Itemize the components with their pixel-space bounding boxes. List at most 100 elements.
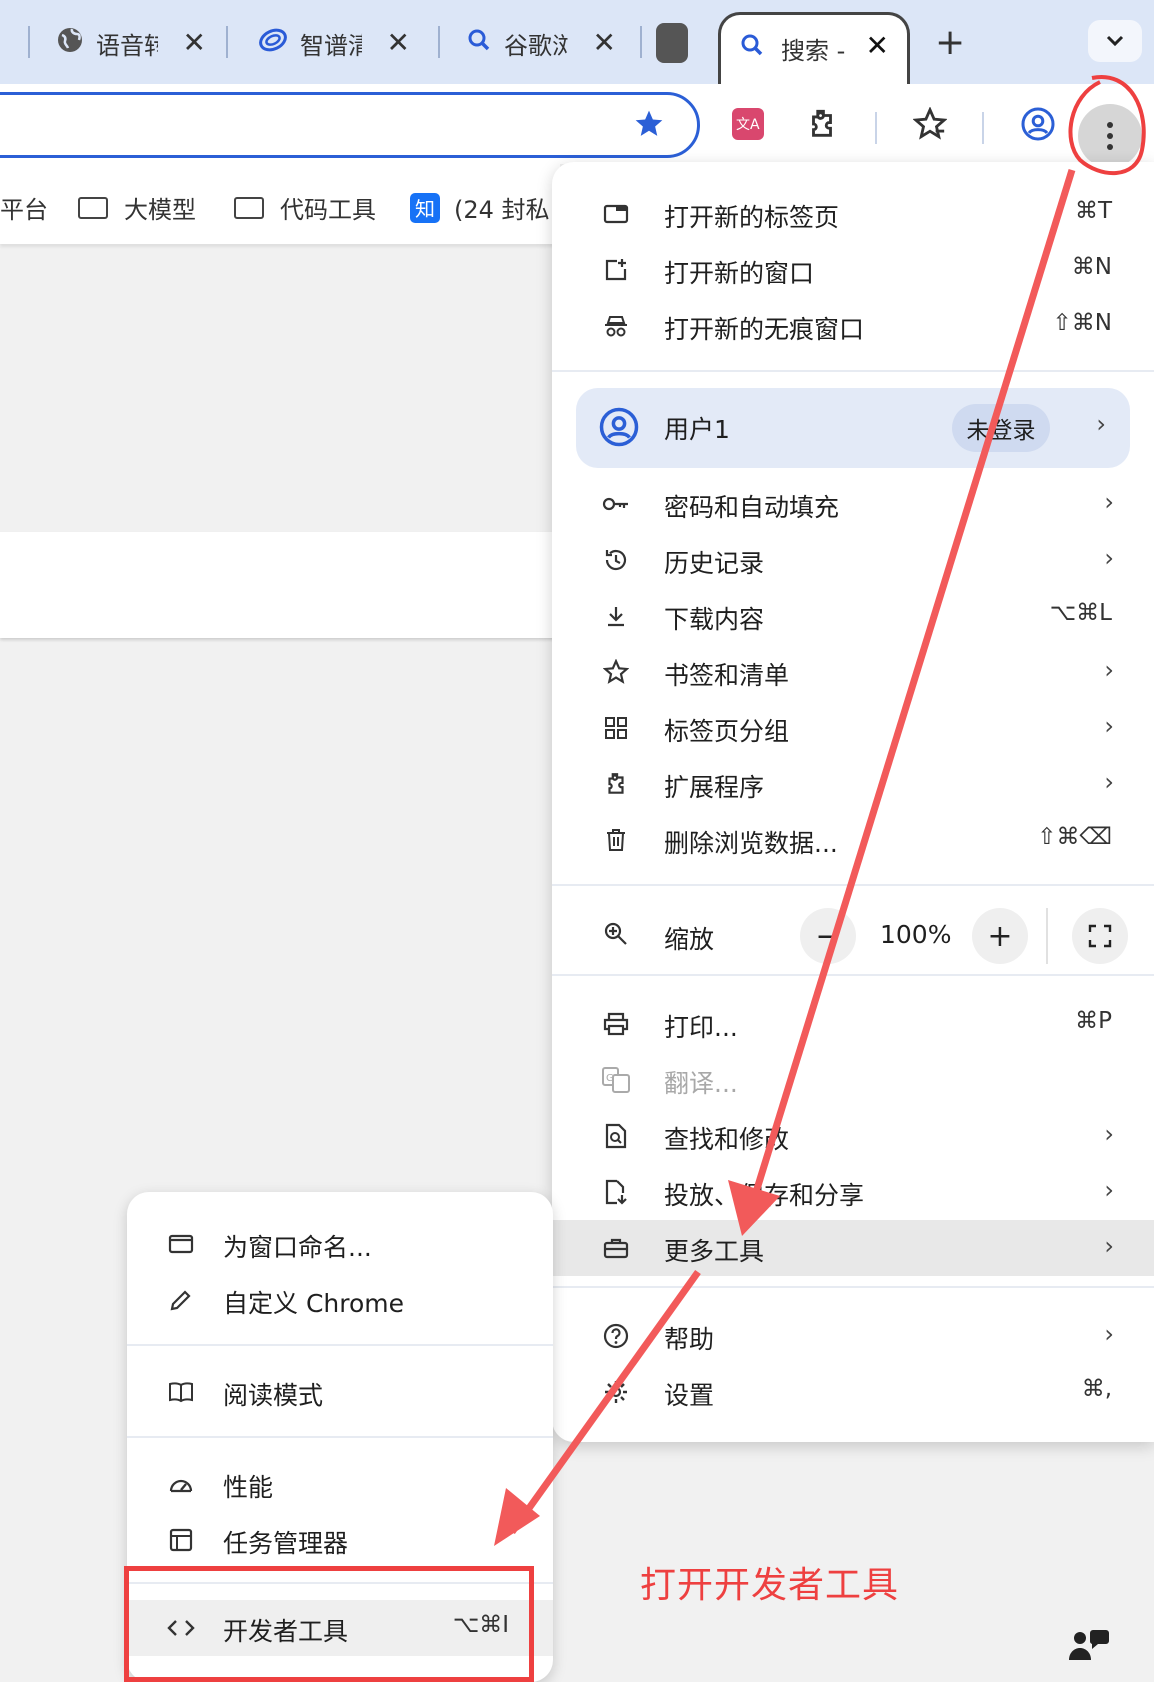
submenu-item-task-manager[interactable]: 任务管理器 (127, 1512, 553, 1568)
menu-item-new-incognito-window[interactable]: 打开新的无痕窗口 ⇧⌘N (552, 298, 1154, 354)
menu-item-label: 删除浏览数据... (664, 829, 838, 858)
bookmarks-star-icon[interactable] (910, 104, 950, 144)
toolbar-separator (982, 112, 984, 144)
menu-item-new-tab[interactable]: 打开新的标签页 ⌘T (552, 186, 1154, 242)
zoom-separator (1046, 908, 1048, 964)
menu-separator (552, 1286, 1154, 1288)
incognito-icon (602, 312, 630, 340)
tab-close-button[interactable]: ✕ (593, 28, 616, 58)
menu-profile-row[interactable]: 用户1 未登录 › (576, 388, 1130, 468)
tab-close-button[interactable]: ✕ (183, 28, 206, 58)
bookmark-label: 平台 (0, 196, 48, 224)
tab-voice[interactable]: 语音转 ✕ (56, 16, 206, 70)
tab-blank[interactable] (656, 16, 700, 70)
toolbox-icon (602, 1234, 630, 1262)
bookmarks-bar: 平台 大模型 代码工具 知 (24 封私 (0, 164, 560, 244)
menu-item-extensions[interactable]: 扩展程序 › (552, 756, 1154, 812)
search-icon (739, 32, 765, 64)
toolbar: 文A (0, 84, 1154, 168)
submenu-item-label: 为窗口命名... (223, 1233, 372, 1262)
blank-tab-icon (656, 23, 688, 63)
tab-label: 语音转 (96, 31, 158, 60)
bookmark-folder-code-tools[interactable]: 代码工具 (234, 190, 376, 225)
chevron-right-icon: › (1104, 656, 1114, 684)
menu-item-zoom: 缩放 − 100% + (552, 900, 1154, 972)
chrome-menu-button[interactable] (1078, 104, 1142, 168)
signin-status-badge: 未登录 (952, 404, 1050, 452)
zoom-out-button[interactable]: − (800, 908, 856, 964)
bookmark-label: (24 封私 (454, 196, 550, 224)
tab-search-active[interactable]: 搜索 - ✕ (718, 12, 910, 84)
submenu-separator (127, 1436, 553, 1438)
menu-item-clear-browsing-data[interactable]: 删除浏览数据... ⇧⌘⌫ (552, 812, 1154, 868)
menu-item-print[interactable]: 打印... ⌘P (552, 996, 1154, 1052)
bookmark-folder-models[interactable]: 大模型 (78, 190, 196, 225)
new-tab-button[interactable]: + (935, 22, 965, 63)
tab-label: 搜索 - (781, 36, 846, 65)
submenu-item-performance[interactable]: 性能 (127, 1456, 553, 1512)
menu-item-history[interactable]: 历史记录 › (552, 532, 1154, 588)
menu-item-new-window[interactable]: 打开新的窗口 ⌘N (552, 242, 1154, 298)
menu-item-label: 打开新的窗口 (664, 259, 815, 288)
bookmark-item[interactable]: 平台 (0, 190, 48, 225)
menu-item-tab-groups[interactable]: 标签页分组 › (552, 700, 1154, 756)
key-icon (602, 490, 630, 518)
profile-avatar-icon[interactable] (1018, 104, 1058, 144)
chevron-right-icon: › (1104, 488, 1114, 516)
menu-separator (552, 974, 1154, 976)
submenu-item-reading-mode[interactable]: 阅读模式 (127, 1364, 553, 1420)
address-bar[interactable] (0, 92, 700, 158)
menu-item-cast-save-share[interactable]: 投放、保存和分享 › (552, 1164, 1154, 1220)
chevron-down-icon (1106, 35, 1124, 47)
zhipu-logo-icon (258, 26, 288, 60)
zoom-level: 100% (880, 920, 952, 949)
trash-icon (602, 826, 630, 854)
menu-item-label: 翻译... (664, 1069, 738, 1098)
submenu-item-name-window[interactable]: 为窗口命名... (127, 1216, 553, 1272)
bookmark-star-icon[interactable] (633, 108, 665, 144)
kebab-dot (1107, 133, 1113, 139)
fullscreen-button[interactable] (1072, 908, 1128, 964)
globe-icon (56, 26, 84, 60)
svg-text:文A: 文A (736, 117, 760, 133)
speedometer-icon (167, 1470, 195, 1498)
menu-item-shortcut: ⇧⌘N (1052, 310, 1112, 336)
menu-item-help[interactable]: 帮助 › (552, 1308, 1154, 1364)
translate-extension-icon[interactable]: 文A (728, 104, 768, 144)
tab-google-browser[interactable]: 谷歌浏 ✕ (466, 16, 616, 70)
folder-icon (78, 196, 108, 219)
menu-item-bookmarks[interactable]: 书签和清单 › (552, 644, 1154, 700)
menu-item-settings[interactable]: 设置 ⌘, (552, 1364, 1154, 1420)
chevron-right-icon: › (1104, 712, 1114, 740)
tab-close-button[interactable]: ✕ (387, 28, 410, 58)
tab-close-button[interactable]: ✕ (866, 31, 889, 61)
help-icon (602, 1322, 630, 1350)
menu-item-passwords[interactable]: 密码和自动填充 › (552, 476, 1154, 532)
tab-separator (28, 26, 30, 58)
bookmark-zhihu[interactable]: 知 (24 封私 (410, 190, 550, 225)
menu-item-downloads[interactable]: 下载内容 ⌥⌘L (552, 588, 1154, 644)
chevron-right-icon: › (1096, 410, 1106, 438)
menu-item-label: 帮助 (664, 1325, 715, 1354)
chrome-main-menu: 打开新的标签页 ⌘T 打开新的窗口 ⌘N 打开新的无痕窗口 ⇧⌘N 用户1 未登… (552, 162, 1154, 1442)
menu-item-label: 缩放 (664, 925, 715, 954)
menu-item-shortcut: ⌘, (1081, 1376, 1112, 1402)
task-manager-icon (167, 1526, 195, 1554)
menu-item-shortcut: ⇧⌘⌫ (1037, 824, 1112, 850)
submenu-item-customize-chrome[interactable]: 自定义 Chrome (127, 1272, 553, 1328)
chat-assistant-icon[interactable] (1066, 1626, 1110, 1670)
tab-zhipu[interactable]: 智谱清 ✕ (258, 16, 410, 70)
kebab-dot (1107, 144, 1113, 150)
menu-item-find-edit[interactable]: 查找和修改 › (552, 1108, 1154, 1164)
tab-groups-icon (602, 714, 630, 742)
zoom-in-button[interactable]: + (972, 908, 1028, 964)
tab-label: 智谱清 (300, 31, 362, 60)
chevron-right-icon: › (1104, 544, 1114, 572)
tab-search-menu-button[interactable] (1088, 20, 1142, 62)
extension-icon[interactable] (802, 104, 842, 144)
menu-item-label: 更多工具 (664, 1237, 765, 1266)
menu-item-label: 下载内容 (664, 605, 765, 634)
menu-item-more-tools[interactable]: 更多工具 › (552, 1220, 1154, 1276)
zoom-icon (602, 920, 630, 948)
new-window-icon (602, 256, 630, 284)
